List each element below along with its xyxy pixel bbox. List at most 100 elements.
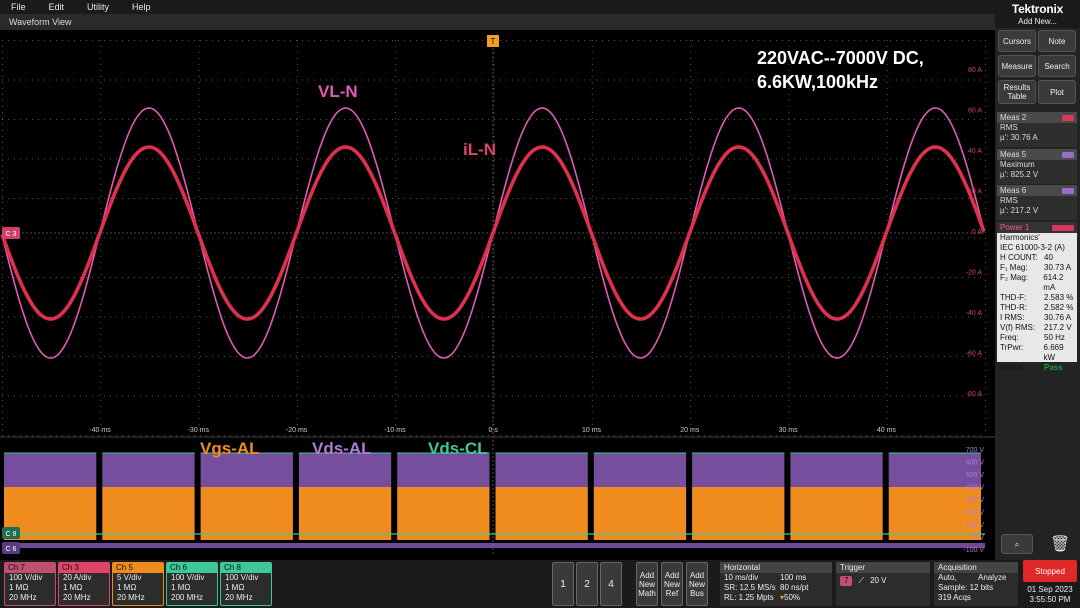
channel-badge-ch3[interactable]: Ch 3 20 A/div 1 MΩ 20 MHz [58,562,110,606]
grid-dot [728,158,729,160]
add-new-math-button[interactable]: Add New Math [636,562,658,606]
grid-dot [680,277,681,278]
grid-dot [296,198,297,199]
grid-dot [494,198,495,199]
channel-badge-ch7[interactable]: Ch 7 100 V/div 1 MΩ 20 MHz [4,562,56,606]
grid-dot [212,435,213,436]
plot-button[interactable]: Plot [1038,80,1076,104]
channel-badge-ch6[interactable]: Ch 6 100 V/div 1 MΩ 200 MHz [166,562,218,606]
grid-dot [704,119,705,120]
grid-dot [386,395,387,397]
grid-dot [644,158,645,160]
grid-dot [272,40,273,41]
grid-dot [20,158,21,160]
grid-dot [788,70,790,71]
grid-dot [493,274,495,275]
menu-file[interactable]: File [11,2,26,12]
grid-dot [248,79,249,81]
trigger-box[interactable]: Trigger 7 ⟋ 20 V [836,562,930,606]
power-row: F₂ Mag: 614.2 mA [1000,273,1064,292]
menu-utility[interactable]: Utility [87,2,109,12]
grid-dot [938,198,939,199]
channel-button-2[interactable]: 2 [576,562,598,606]
grid-dot [164,237,165,239]
add-new-ref-button[interactable]: Add New Ref [661,562,683,606]
measure-button[interactable]: Measure [998,55,1036,77]
grid-dot [878,435,879,436]
waveform-plot[interactable]: 80 A 60 A 40 A 20 A0 A -20 A -40 A -60 A -80 A-… [0,30,995,560]
grid-dot [440,237,441,239]
grid-dot [692,158,693,160]
grid-dot [500,79,501,81]
meas-2-box[interactable]: Meas 2 RMS µ': 30.76 A [997,112,1077,147]
channel-badge-ch8[interactable]: Ch 8 100 V/div 1 MΩ 20 MHz [220,562,272,606]
grid-dot [692,40,693,41]
cursors-button[interactable]: Cursors [998,30,1036,52]
grid-dot [668,277,669,278]
grid-dot [734,435,735,436]
zoom-button[interactable]: ⌕ [1001,534,1033,554]
grid-dot [86,158,87,160]
horizontal-box[interactable]: Horizontal 10 ms/div 100 ms SR: 12.5 MS/s… [720,562,832,606]
grid-dot [542,79,543,81]
grid-dot [512,277,513,278]
grid-dot [56,158,57,160]
grid-dot [690,220,692,221]
grid-dot [68,198,69,199]
grid-dot [680,237,681,239]
grid-dot [338,40,339,41]
channel-badge-ch5[interactable]: Ch 5 5 V/div 1 MΩ 20 MHz [112,562,164,606]
grid-dot [524,119,525,120]
results-table-button[interactable]: Results Table [998,80,1036,104]
grid-dot [296,400,298,401]
grid-dot [848,40,849,41]
grid-dot [734,198,735,199]
grid-dot [464,395,465,397]
grid-dot [260,316,261,318]
grid-dot [770,435,771,436]
menu-edit[interactable]: Edit [49,2,65,12]
grid-dot [98,277,99,278]
add-new-bus-button[interactable]: Add New Bus [686,562,708,606]
grid-dot [470,277,471,278]
meas-6-box[interactable]: Meas 6 RMS µ': 217.2 V [997,185,1077,220]
trash-icon[interactable]: 🗑 [1050,534,1070,554]
grid-dot [2,52,3,53]
grid-dot [164,277,165,278]
grid-dot [218,277,219,278]
grid-dot [788,400,790,401]
grid-dot [230,198,231,199]
grid-dot [452,79,453,81]
grid-dot [224,119,225,120]
grid-dot [591,154,593,155]
grid-dot [493,70,495,71]
channel-button-1[interactable]: 1 [552,562,574,606]
acquisition-box[interactable]: Acquisition Auto, Analyze Sample: 12 bits… [934,562,1018,606]
add-new-label[interactable]: Add New... [995,17,1080,26]
menu-help[interactable]: Help [132,2,151,12]
grid-dot [758,119,759,120]
grid-dot [890,119,891,120]
power-1-box[interactable]: Power 1 Harmonics' IEC 61000-3-2 (A) H C… [997,222,1077,372]
grid-dot [2,58,3,59]
grid-dot [493,82,495,83]
grid-dot [591,94,593,95]
grid-dot [920,237,921,239]
grid-dot [758,237,759,239]
channel-button-4[interactable]: 4 [600,562,622,606]
run-stop-button[interactable]: Stopped [1023,560,1077,582]
grid-dot [591,196,593,197]
grid-dot [198,286,200,287]
grid-dot [944,435,945,436]
grid-dot [788,119,789,120]
grid-dot [170,356,171,357]
grid-dot [524,40,525,41]
note-button[interactable]: Note [1038,30,1076,52]
grid-dot [506,119,507,120]
grid-dot [440,40,441,41]
grid-dot [591,400,593,401]
search-button[interactable]: Search [1038,55,1076,77]
grid-dot [985,412,986,413]
meas-5-box[interactable]: Meas 5 Maximum µ': 825.2 V [997,149,1077,184]
grid-dot [200,119,201,120]
